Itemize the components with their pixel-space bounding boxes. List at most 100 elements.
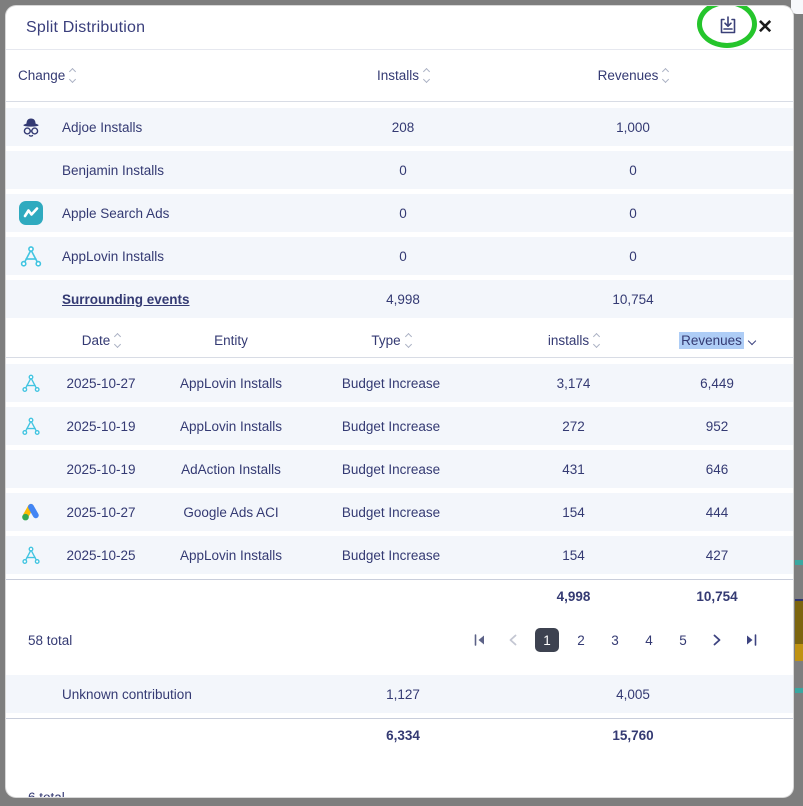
- revenues-value: 427: [671, 548, 763, 563]
- date-value: 2025-10-27: [46, 505, 156, 520]
- summary-table-header: Change Installs Revenues: [6, 50, 793, 102]
- adjoe-icon: [18, 114, 44, 140]
- table-row: 2025-10-27 Google Ads ACI Budget Increas…: [6, 493, 793, 531]
- revenues-value: 10,754: [503, 292, 763, 307]
- column-header-type[interactable]: Type: [306, 333, 476, 348]
- background-fragment: [795, 599, 803, 644]
- entity-value: AppLovin Installs: [156, 419, 306, 434]
- titlebar-actions: ✕: [715, 15, 775, 41]
- next-page-button[interactable]: [705, 628, 729, 652]
- page-button-1[interactable]: 1: [535, 628, 559, 652]
- applovin-icon: [18, 542, 44, 568]
- close-button[interactable]: ✕: [755, 18, 775, 37]
- sort-icon: [594, 334, 599, 347]
- installs-value: 0: [303, 163, 503, 178]
- table-row: 2025-10-25 AppLovin Installs Budget Incr…: [6, 536, 793, 574]
- column-header-revenues-label: Revenues: [679, 332, 744, 349]
- sort-icon: [115, 334, 120, 347]
- modal-titlebar: Split Distribution ✕: [6, 6, 793, 50]
- download-button[interactable]: [715, 15, 741, 41]
- first-page-icon: [473, 634, 486, 646]
- column-header-revenues-sorted[interactable]: Revenues: [671, 332, 763, 349]
- column-header-date-label: Date: [82, 333, 111, 348]
- revenues-total: 10,754: [671, 589, 763, 604]
- column-header-installs[interactable]: Installs: [303, 68, 503, 83]
- column-header-installs-label: installs: [548, 333, 589, 348]
- revenues-value: 0: [503, 249, 763, 264]
- applovin-icon: [18, 370, 44, 396]
- revenues-value: 6,449: [671, 376, 763, 391]
- revenues-grand-total: 15,760: [503, 728, 763, 743]
- row-label: Unknown contribution: [62, 687, 303, 702]
- table-row: 2025-10-19 AdAction Installs Budget Incr…: [6, 450, 793, 488]
- column-header-change[interactable]: Change: [18, 68, 303, 83]
- last-page-button[interactable]: [739, 628, 763, 652]
- applovin-icon: [18, 413, 44, 439]
- entity-value: AdAction Installs: [156, 462, 306, 477]
- column-header-revenues-label: Revenues: [598, 68, 659, 83]
- first-page-button[interactable]: [467, 628, 491, 652]
- events-pagination: 58 total 1 2 3 4 5: [6, 613, 793, 667]
- row-label: Benjamin Installs: [62, 163, 303, 178]
- page-button-4[interactable]: 4: [637, 628, 661, 652]
- entity-value: Google Ads ACI: [156, 505, 306, 520]
- revenues-value: 646: [671, 462, 763, 477]
- revenues-value: 0: [503, 206, 763, 221]
- grand-totals-row: 6,334 15,760: [6, 718, 793, 752]
- previous-page-button[interactable]: [501, 628, 525, 652]
- table-row: Benjamin Installs 0 0: [6, 151, 793, 189]
- installs-value: 3,174: [476, 376, 671, 391]
- revenues-value: 952: [671, 419, 763, 434]
- type-value: Budget Increase: [306, 376, 476, 391]
- surrounding-events-link[interactable]: Surrounding events: [62, 292, 303, 307]
- table-row: 2025-10-19 AppLovin Installs Budget Incr…: [6, 407, 793, 445]
- row-label: Apple Search Ads: [62, 206, 303, 221]
- type-value: Budget Increase: [306, 419, 476, 434]
- installs-total: 4,998: [476, 589, 671, 604]
- modal-title: Split Distribution: [26, 19, 145, 37]
- sort-icon: [406, 334, 411, 347]
- date-value: 2025-10-27: [46, 376, 156, 391]
- background-fragment: [795, 688, 803, 693]
- table-row: AppLovin Installs 0 0: [6, 237, 793, 275]
- installs-value: 4,998: [303, 292, 503, 307]
- google-ads-icon: [18, 499, 44, 525]
- type-value: Budget Increase: [306, 462, 476, 477]
- apple-search-ads-icon: [18, 200, 44, 226]
- pager-controls: 1 2 3 4 5: [467, 628, 763, 652]
- type-value: Budget Increase: [306, 505, 476, 520]
- applovin-icon: [18, 243, 44, 269]
- column-header-installs-label: Installs: [377, 68, 419, 83]
- column-header-change-label: Change: [18, 68, 65, 83]
- icon-placeholder: [18, 157, 44, 183]
- column-header-installs[interactable]: installs: [476, 333, 671, 348]
- sort-icon: [424, 69, 429, 82]
- column-header-entity[interactable]: Entity: [156, 333, 306, 348]
- last-page-icon: [745, 634, 758, 646]
- summary-total-count: 6 total: [28, 790, 793, 797]
- installs-value: 154: [476, 548, 671, 563]
- background-fragment: [791, 0, 803, 14]
- table-row: 2025-10-27 AppLovin Installs Budget Incr…: [6, 364, 793, 402]
- table-row-surrounding-events: Surrounding events 4,998 10,754: [6, 280, 793, 318]
- sort-icon: [663, 69, 668, 82]
- row-label: Adjoe Installs: [62, 120, 303, 135]
- date-value: 2025-10-19: [46, 462, 156, 477]
- entity-value: AppLovin Installs: [156, 548, 306, 563]
- column-header-date[interactable]: Date: [46, 333, 156, 348]
- split-distribution-modal: Split Distribution ✕ Change: [6, 6, 793, 797]
- installs-value: 272: [476, 419, 671, 434]
- table-row: Adjoe Installs 208 1,000: [6, 108, 793, 146]
- column-header-entity-label: Entity: [214, 333, 248, 348]
- type-value: Budget Increase: [306, 548, 476, 563]
- revenues-value: 444: [671, 505, 763, 520]
- column-header-type-label: Type: [371, 333, 400, 348]
- installs-value: 431: [476, 462, 671, 477]
- page-button-5[interactable]: 5: [671, 628, 695, 652]
- row-label: AppLovin Installs: [62, 249, 303, 264]
- page-button-2[interactable]: 2: [569, 628, 593, 652]
- date-value: 2025-10-25: [46, 548, 156, 563]
- page-button-3[interactable]: 3: [603, 628, 627, 652]
- installs-value: 0: [303, 249, 503, 264]
- column-header-revenues[interactable]: Revenues: [503, 68, 763, 83]
